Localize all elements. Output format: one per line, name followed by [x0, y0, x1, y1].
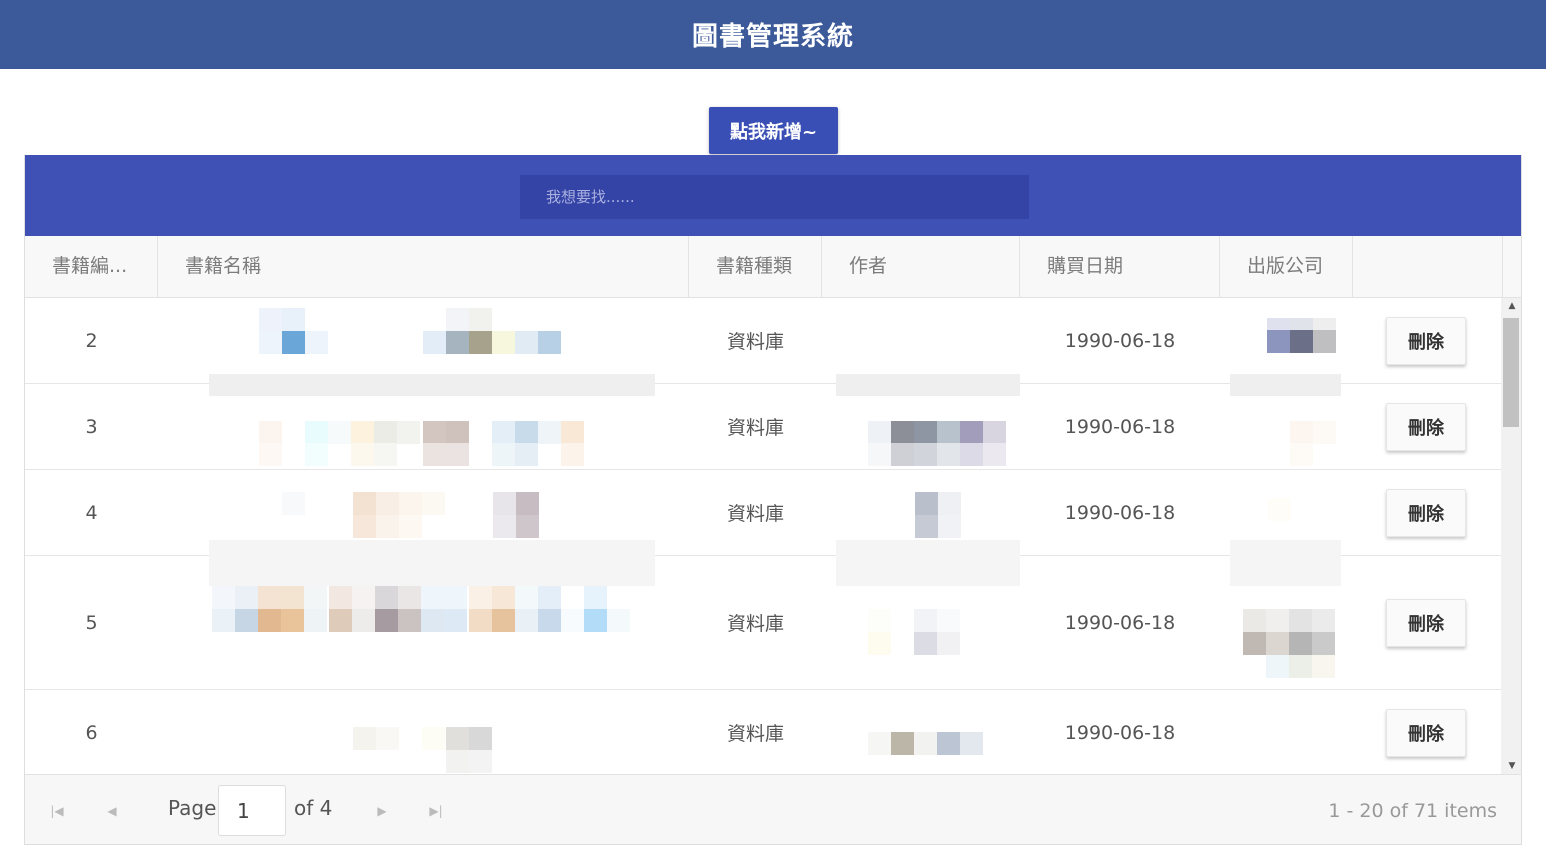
book-type-cell: 資料庫: [726, 331, 784, 353]
add-book-button[interactable]: 點我新增~: [709, 107, 838, 154]
scroll-thumb[interactable]: [1503, 318, 1519, 427]
delete-button[interactable]: 刪除: [1386, 489, 1466, 537]
purchase-date-cell: 1990-06-18: [1064, 501, 1176, 524]
table-row: 5 資料庫 1990-06-18 刪除: [25, 540, 1501, 690]
column-header-publisher[interactable]: 出版公司: [1220, 236, 1353, 297]
row-separator-redacted: [836, 540, 1020, 586]
row-separator-redacted: [209, 374, 655, 396]
scroll-up-arrow-icon[interactable]: ▲: [1501, 298, 1521, 314]
delete-button[interactable]: 刪除: [1386, 709, 1466, 757]
purchase-date-cell: 1990-06-18: [1064, 415, 1176, 438]
page-number-input[interactable]: [218, 785, 286, 836]
delete-button[interactable]: 刪除: [1386, 317, 1466, 365]
row-separator-redacted: [1230, 540, 1341, 586]
purchase-date-cell: 1990-06-18: [1064, 721, 1176, 744]
row-separator-redacted: [209, 540, 655, 586]
grid-header: 書籍編... 書籍名稱 書籍種類 作者 購買日期 出版公司: [25, 236, 1521, 298]
vertical-scrollbar[interactable]: ▲ ▼: [1501, 298, 1521, 774]
books-grid: 書籍編... 書籍名稱 書籍種類 作者 購買日期 出版公司 2 資料庫 1990…: [24, 155, 1522, 845]
column-header-actions: [1353, 236, 1503, 297]
search-input[interactable]: [520, 175, 1029, 219]
purchase-date-cell: 1990-06-18: [1064, 329, 1176, 352]
purchase-date-cell: 1990-06-18: [1064, 611, 1176, 634]
column-header-book-type[interactable]: 書籍種類: [689, 236, 822, 297]
column-header-book-name[interactable]: 書籍名稱: [158, 236, 689, 297]
first-page-icon[interactable]: |◀: [47, 801, 67, 821]
book-id-cell: 5: [85, 611, 98, 634]
book-id-cell: 6: [85, 721, 98, 744]
last-page-icon[interactable]: ▶|: [426, 801, 446, 821]
previous-page-icon[interactable]: ◀: [102, 801, 122, 821]
delete-button[interactable]: 刪除: [1386, 403, 1466, 451]
book-id-cell: 3: [85, 415, 98, 438]
book-type-cell: 資料庫: [726, 417, 784, 439]
table-row: 6 資料庫 1990-06-18 刪除: [25, 690, 1501, 774]
pager: |◀ ◀ Page of 4 ▶ ▶| 1 - 20 of 71 items: [25, 774, 1521, 844]
page-label: Page: [168, 796, 217, 820]
book-id-cell: 2: [85, 329, 98, 352]
table-row: 3 資料庫 1990-06-18 刪除: [25, 374, 1501, 470]
delete-button[interactable]: 刪除: [1386, 599, 1466, 647]
book-id-cell: 4: [85, 501, 98, 524]
column-header-author[interactable]: 作者: [822, 236, 1020, 297]
column-header-purchase-date[interactable]: 購買日期: [1020, 236, 1220, 297]
row-separator-redacted: [1230, 374, 1341, 396]
page-count-label: of 4: [294, 796, 333, 820]
grid-body: 2 資料庫 1990-06-18 刪除 3 資料庫 1990-06-18 刪除 …: [25, 298, 1501, 774]
column-header-book-id[interactable]: 書籍編...: [25, 236, 158, 297]
app-header: 圖書管理系統: [0, 0, 1546, 69]
next-page-icon[interactable]: ▶: [372, 801, 392, 821]
book-type-cell: 資料庫: [726, 613, 784, 635]
app-title: 圖書管理系統: [691, 22, 854, 52]
book-type-cell: 資料庫: [726, 503, 784, 525]
book-type-cell: 資料庫: [726, 723, 784, 745]
row-separator-redacted: [836, 374, 1020, 396]
grid-toolbar: [25, 155, 1521, 236]
scroll-down-arrow-icon[interactable]: ▼: [1501, 758, 1521, 774]
table-row: 2 資料庫 1990-06-18 刪除: [25, 298, 1501, 384]
pager-info: 1 - 20 of 71 items: [1328, 800, 1497, 822]
